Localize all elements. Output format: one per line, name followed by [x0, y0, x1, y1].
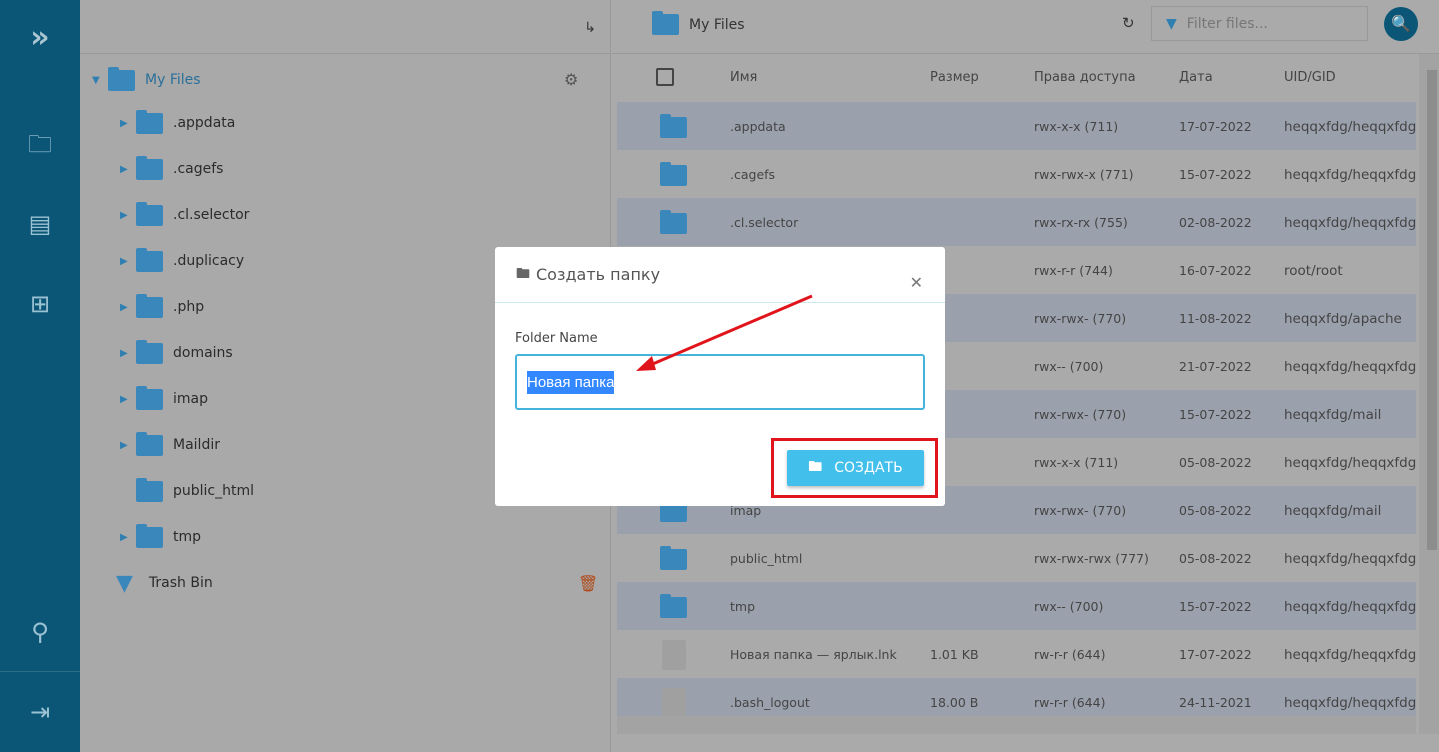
annotation-arrow	[636, 294, 813, 371]
